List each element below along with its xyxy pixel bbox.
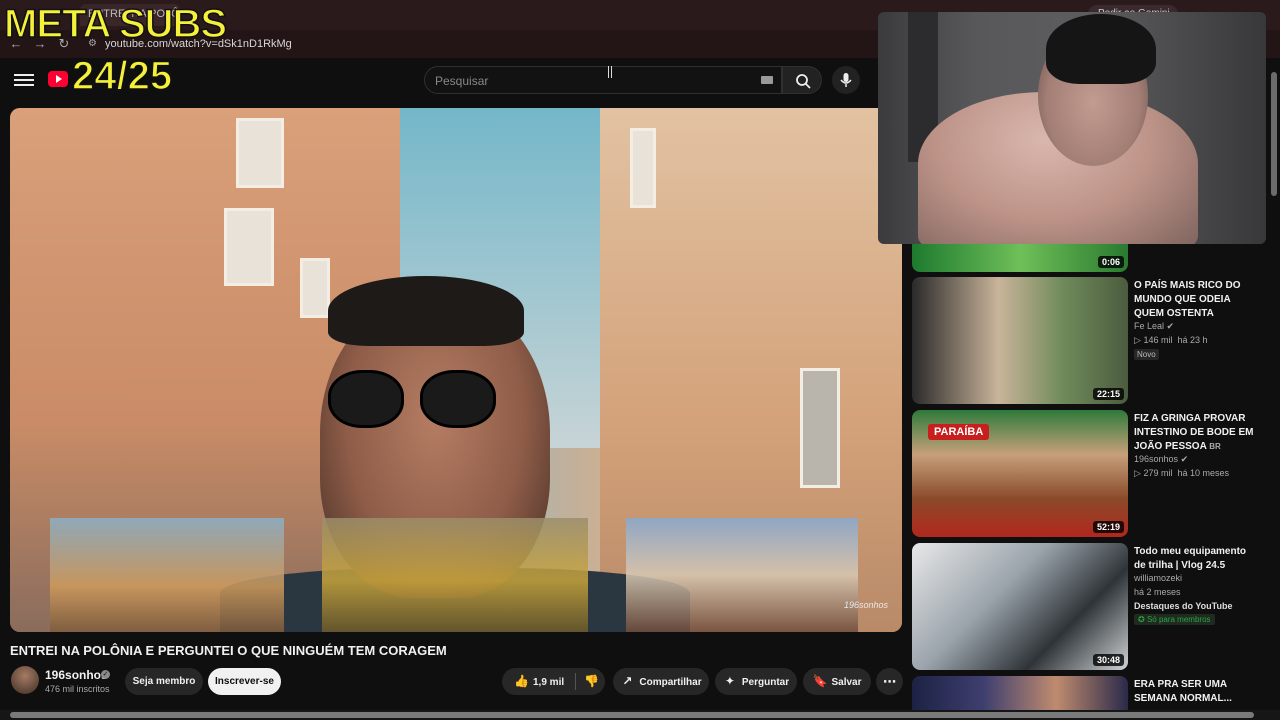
- vertical-scrollbar-thumb[interactable]: [1271, 72, 1277, 196]
- recommendation-item[interactable]: 30:48 Todo meu equipamento de trilha | V…: [912, 543, 1264, 671]
- video-duration: 52:19: [1092, 521, 1124, 533]
- recommendation-channel[interactable]: williamozeki: [1134, 573, 1182, 583]
- members-only-label: Só para membros: [1146, 615, 1211, 624]
- views-icon: ▷: [1134, 468, 1141, 478]
- members-only-badge: ✪ Só para membros: [1134, 614, 1215, 625]
- recommendation-channel[interactable]: Fe Leal ✔: [1134, 321, 1174, 332]
- save-button[interactable]: 🔖 Salvar: [803, 668, 871, 695]
- screen: ENTREI NA POLÔNIA E... Pedir ao Gemini ←…: [0, 0, 1280, 720]
- webcam-overlay: [878, 12, 1266, 244]
- dislike-icon[interactable]: 👎: [584, 668, 599, 695]
- like-count[interactable]: 1,9 mil: [533, 677, 564, 688]
- verified-icon: ✔: [1166, 321, 1175, 331]
- channel-name: 196sonhos: [1134, 454, 1179, 464]
- video-watermark: 196sonhos: [843, 600, 888, 610]
- view-count: 146 mil: [1143, 335, 1173, 345]
- video-frame-window: [300, 258, 330, 318]
- stream-overlay-title: META SUBS: [3, 1, 228, 47]
- channel-name: Fe Leal: [1134, 321, 1165, 331]
- recommendation-thumbnail[interactable]: [912, 676, 1128, 710]
- video-overlay-image: [322, 518, 588, 632]
- recommendation-title[interactable]: FIZ A GRINGA PROVAR INTESTINO DE BODE EM…: [1134, 412, 1260, 454]
- search-icon: [796, 74, 811, 89]
- horizontal-scrollbar[interactable]: [0, 710, 1280, 720]
- hamburger-menu-icon[interactable]: [14, 71, 34, 89]
- channel-name[interactable]: 196sonhos: [45, 668, 108, 682]
- save-label: Salvar: [831, 677, 862, 688]
- channel-avatar[interactable]: [11, 666, 39, 694]
- youtube-highlight-label: Destaques do YouTube: [1134, 601, 1233, 611]
- join-membership-label: Seja membro: [132, 676, 196, 687]
- video-frame-hair: [328, 276, 524, 346]
- bookmark-icon: 🔖: [812, 674, 828, 688]
- keyboard-icon[interactable]: [761, 76, 773, 84]
- share-label: Compartilhar: [639, 677, 702, 688]
- recommendation-thumbnail[interactable]: 0:06: [912, 244, 1128, 272]
- video-frame-window: [800, 368, 840, 488]
- mouse-cursor-icon: [608, 66, 612, 78]
- recommendation-item[interactable]: PARAÍBA 52:19 FIZ A GRINGA PROVAR INTEST…: [912, 410, 1264, 538]
- upload-age: há 10 meses: [1177, 468, 1229, 478]
- search-button[interactable]: [782, 66, 822, 94]
- members-only-icon: ✪: [1138, 615, 1145, 624]
- more-icon: ⋯: [883, 674, 896, 689]
- horizontal-scrollbar-thumb[interactable]: [10, 712, 1254, 718]
- share-button[interactable]: ↗ Compartilhar: [613, 668, 709, 695]
- recommendation-title-text: FIZ A GRINGA PROVAR INTESTINO DE BODE EM…: [1134, 413, 1254, 452]
- like-icon[interactable]: 👍: [514, 668, 529, 695]
- recommendation-channel[interactable]: 196sonhos ✔: [1134, 454, 1188, 465]
- recommendation-title[interactable]: Todo meu equipamento de trilha | Vlog 24…: [1134, 545, 1260, 573]
- vertical-scrollbar[interactable]: [1270, 62, 1278, 710]
- ask-button[interactable]: ✦ Perguntar: [715, 668, 797, 695]
- video-frame-window: [630, 128, 656, 208]
- upload-age: há 23 h: [1177, 335, 1208, 345]
- video-frame-sunglasses: [328, 370, 404, 428]
- video-overlay-image: [626, 518, 858, 632]
- recommendation-title[interactable]: O PAÍS MAIS RICO DO MUNDO QUE ODEIA QUEM…: [1134, 279, 1260, 321]
- recommendation-stats: ▷ 146 mil há 23 h: [1134, 335, 1208, 346]
- upload-age: há 2 meses: [1134, 587, 1181, 597]
- search-input[interactable]: [435, 72, 755, 90]
- video-frame-window: [236, 118, 284, 188]
- recommendation-thumbnail[interactable]: PARAÍBA 52:19: [912, 410, 1128, 537]
- recommendation-thumbnail[interactable]: 30:48: [912, 543, 1128, 670]
- recommendation-item[interactable]: 22:15 O PAÍS MAIS RICO DO MUNDO QUE ODEI…: [912, 277, 1264, 405]
- voice-search-button[interactable]: [832, 66, 860, 94]
- video-duration: 0:06: [1097, 256, 1124, 268]
- youtube-logo-icon[interactable]: [48, 71, 68, 87]
- view-count: 279 mil: [1143, 468, 1173, 478]
- recommendation-thumbnail[interactable]: 22:15: [912, 277, 1128, 404]
- ask-label: Perguntar: [741, 677, 790, 688]
- subscribe-button[interactable]: Inscrever-se: [208, 668, 281, 695]
- video-overlay-image: [50, 518, 284, 632]
- microphone-icon: [840, 73, 852, 87]
- thumbnail-label: PARAÍBA: [928, 424, 990, 440]
- subscriber-count: 476 mil inscritos: [45, 684, 110, 694]
- sparkle-icon: ✦: [724, 674, 735, 688]
- share-icon: ↗: [622, 674, 633, 688]
- recommendation-item[interactable]: ERA PRA SER UMA SEMANA NORMAL...: [912, 676, 1264, 710]
- new-badge: Novo: [1134, 349, 1159, 360]
- join-membership-button[interactable]: Seja membro: [125, 668, 203, 695]
- more-actions-button[interactable]: ⋯: [876, 668, 903, 695]
- video-title: ENTREI NA POLÔNIA E PERGUNTEI O QUE NING…: [10, 643, 447, 658]
- search-box: [424, 66, 782, 94]
- stream-overlay-counter: 24/25: [71, 53, 173, 99]
- views-icon: ▷: [1134, 335, 1141, 345]
- video-frame-window: [224, 208, 274, 286]
- subscribe-label: Inscrever-se: [215, 676, 274, 687]
- recommendation-title[interactable]: ERA PRA SER UMA SEMANA NORMAL...: [1134, 678, 1260, 706]
- verified-icon: ✓: [101, 670, 110, 679]
- like-divider: [575, 673, 576, 690]
- video-frame-sunglasses: [420, 370, 496, 428]
- like-dislike-group: 👍 1,9 mil 👎: [502, 668, 605, 695]
- recommendation-stats: ▷ 279 mil há 10 meses: [1134, 468, 1229, 479]
- verified-icon: ✔: [1180, 454, 1189, 464]
- video-duration: 22:15: [1092, 388, 1124, 400]
- video-duration: 30:48: [1092, 654, 1124, 666]
- video-player[interactable]: 196sonhos: [10, 108, 902, 632]
- webcam-person-hair: [1046, 14, 1156, 84]
- country-suffix: BR: [1209, 442, 1221, 451]
- recommendation-item[interactable]: 0:06: [912, 244, 1264, 272]
